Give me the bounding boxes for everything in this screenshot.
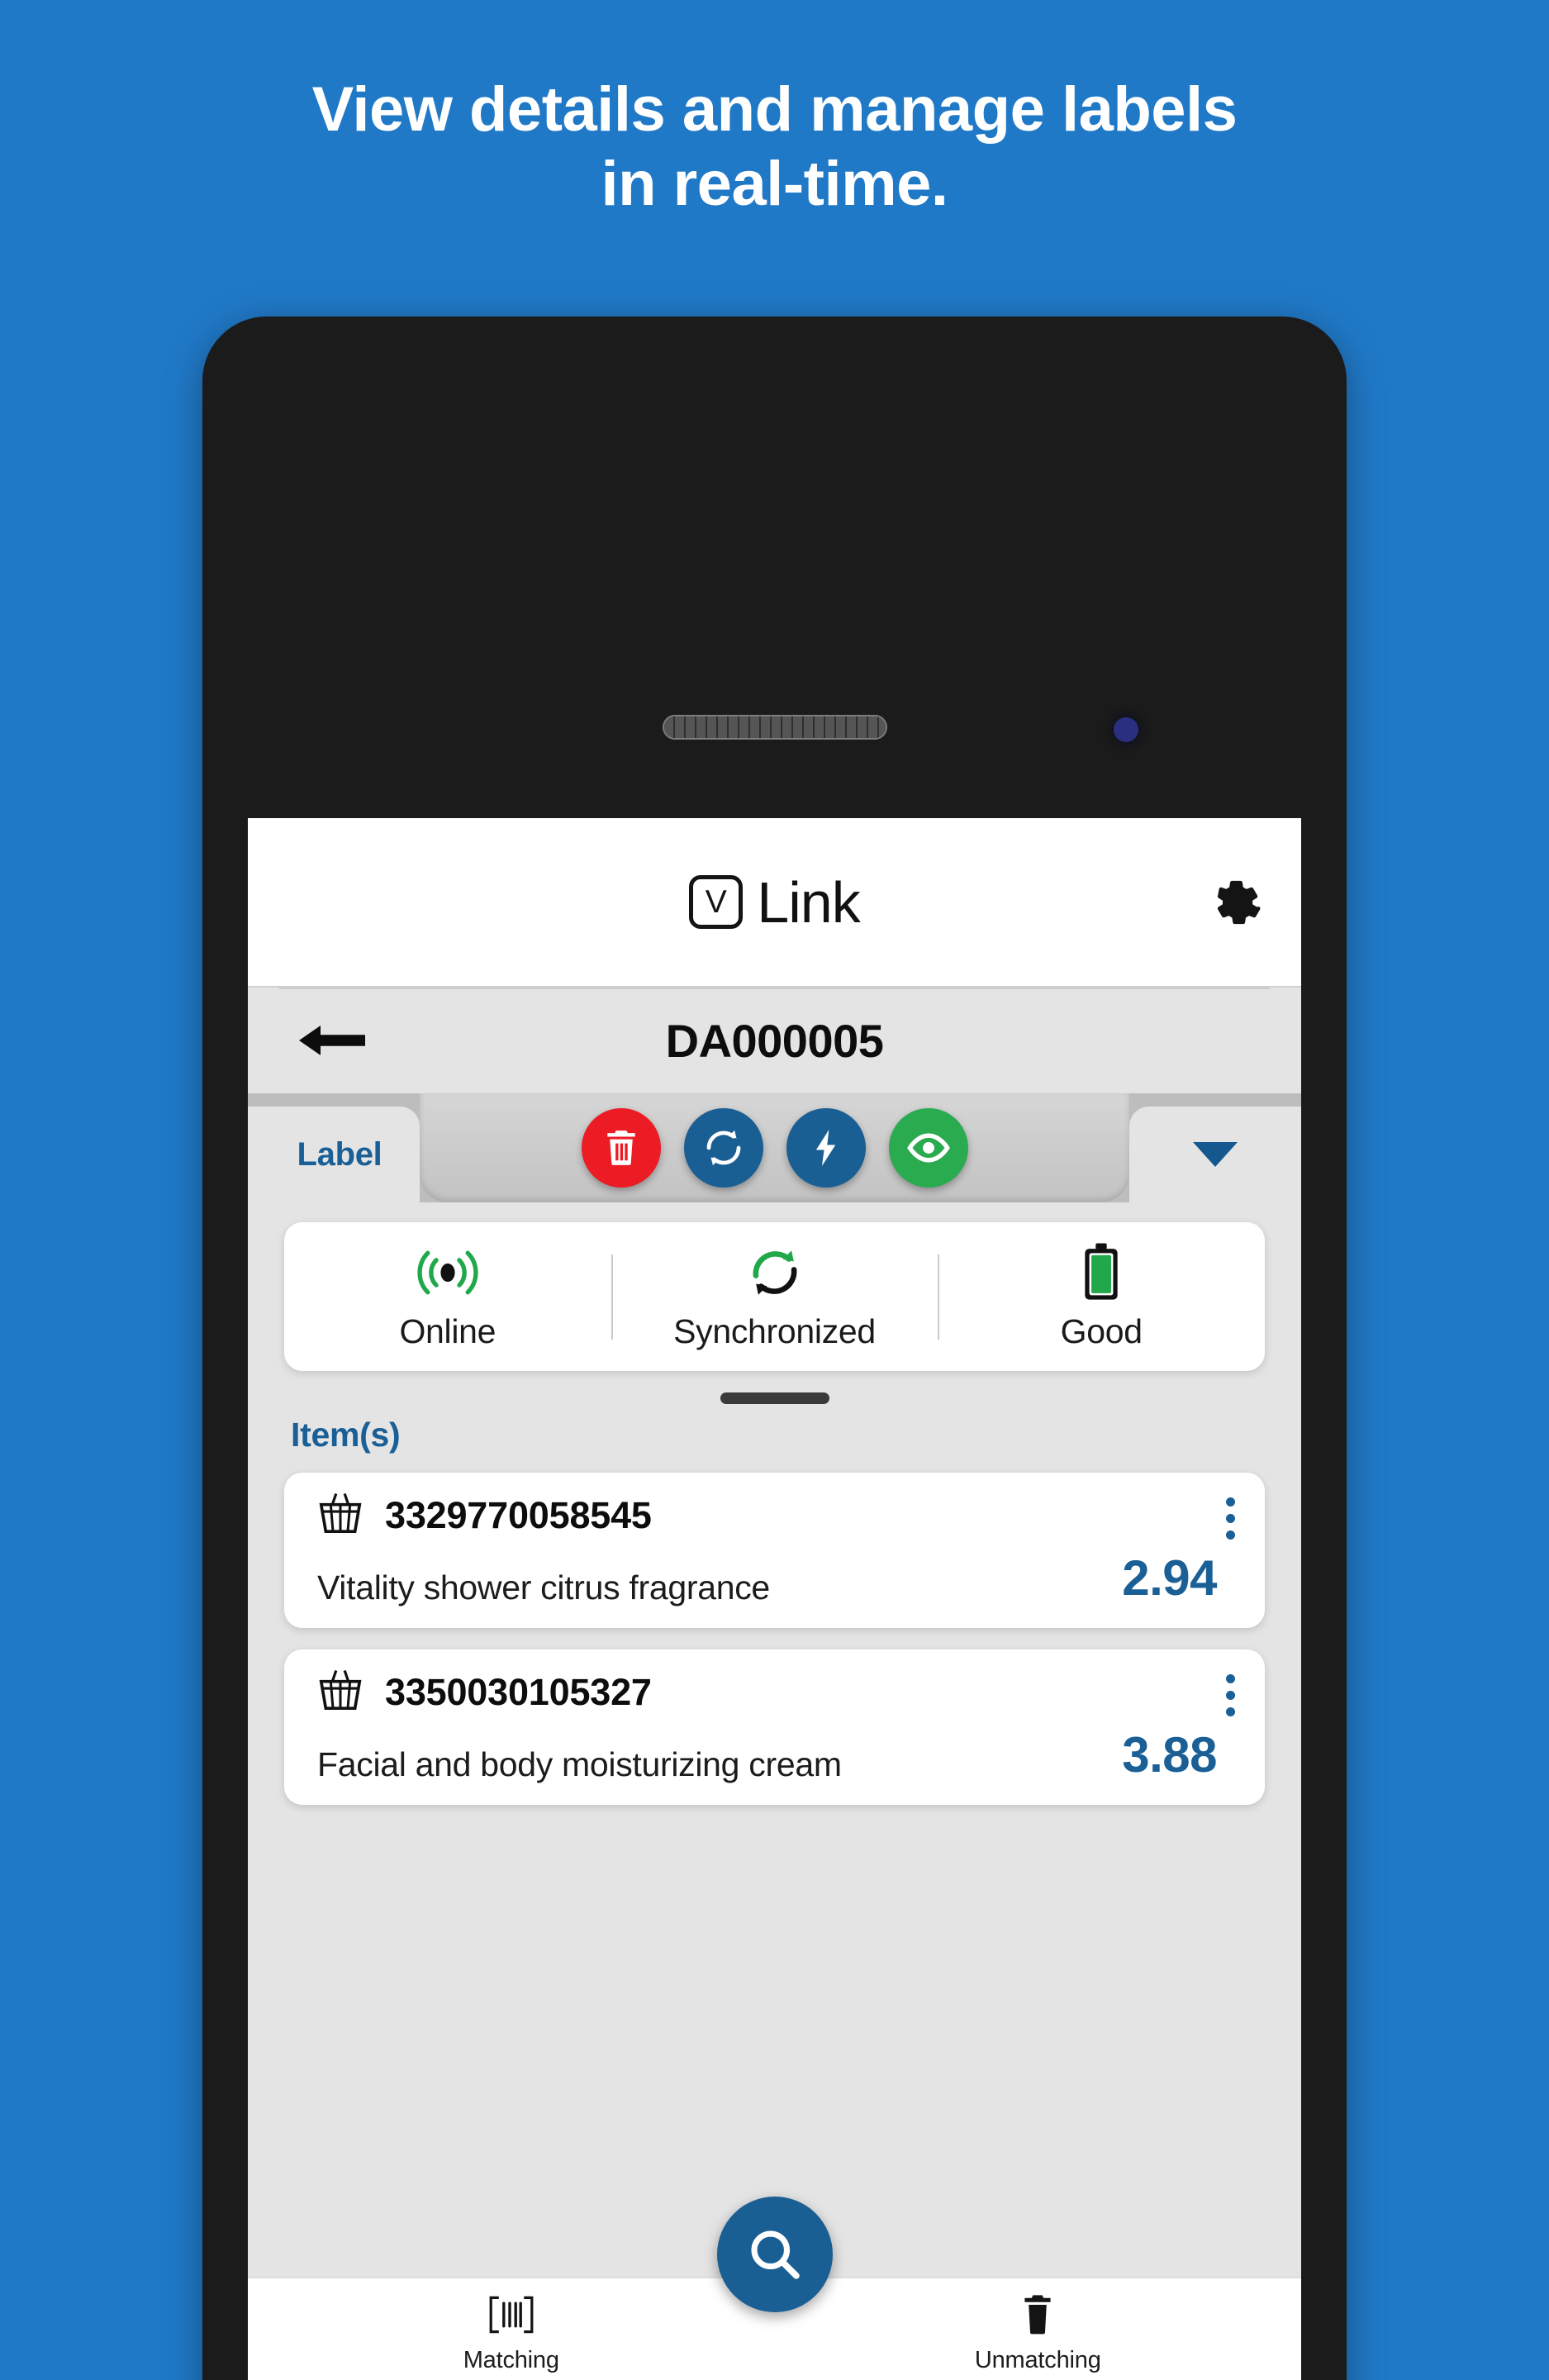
basket-icon — [317, 1668, 363, 1716]
delete-button[interactable] — [581, 1108, 661, 1188]
signal-waves-icon — [414, 1243, 482, 1302]
action-button-dock — [420, 1093, 1129, 1202]
item-name: Facial and body moisturizing cream — [317, 1745, 842, 1783]
flash-button[interactable] — [786, 1108, 866, 1188]
search-fab-button[interactable] — [716, 2197, 833, 2312]
promo-headline-line-1: View details and manage labels — [311, 74, 1238, 145]
tab-dropdown[interactable] — [1129, 1107, 1301, 1202]
page-title: DA000005 — [665, 1014, 884, 1067]
status-connectivity: Online — [284, 1243, 611, 1351]
promo-headline-line-2: in real-time. — [601, 148, 948, 219]
kebab-menu-icon[interactable] — [1226, 1497, 1235, 1540]
tab-label[interactable]: Label — [248, 1107, 420, 1202]
brand-name: Link — [757, 869, 860, 935]
trash-icon — [1019, 2292, 1056, 2337]
chevron-down-icon — [1193, 1142, 1238, 1167]
title-divider — [279, 988, 1270, 989]
nav-item-matching-label: Matching — [463, 2347, 559, 2373]
phone-mockup: V Link DA000005 Label Online Synchronize… — [202, 317, 1347, 2380]
page-title-bar: DA000005 — [248, 986, 1301, 1093]
battery-icon — [1082, 1242, 1120, 1302]
status-connectivity-label: Online — [399, 1311, 497, 1350]
item-code: 3350030105327 — [385, 1670, 652, 1713]
earpiece-speaker — [202, 716, 1347, 741]
view-button[interactable] — [888, 1108, 968, 1188]
kebab-menu-icon[interactable] — [1226, 1674, 1235, 1716]
phone-top-bezel — [202, 317, 1347, 742]
status-sync: Synchronized — [611, 1243, 938, 1351]
status-sync-label: Synchronized — [673, 1311, 876, 1350]
item-list: 3329770058545 Vitality shower citrus fra… — [248, 1454, 1301, 1805]
barcode-scan-icon — [487, 2292, 536, 2337]
action-tab-strip: Label — [248, 1093, 1301, 1202]
tab-label-text: Label — [297, 1135, 382, 1173]
item-card[interactable]: 3350030105327 Facial and body moisturizi… — [284, 1649, 1265, 1805]
phone-screen: V Link DA000005 Label Online Synchronize… — [248, 818, 1301, 2380]
front-camera-icon — [1114, 717, 1138, 742]
nav-item-unmatching-label: Unmatching — [974, 2347, 1101, 2373]
app-logo: V Link — [689, 869, 861, 935]
brand-mark-icon: V — [689, 875, 744, 929]
nav-item-unmatching[interactable]: Unmatching — [775, 2292, 1302, 2374]
app-bar: V Link — [248, 818, 1301, 986]
basket-icon — [317, 1491, 363, 1540]
status-card-wrapper: Online Synchronized Good — [248, 1202, 1301, 1371]
nav-item-matching[interactable]: Matching — [248, 2292, 775, 2374]
sync-button[interactable] — [683, 1108, 763, 1188]
back-arrow-icon[interactable] — [299, 1021, 365, 1060]
item-card[interactable]: 3329770058545 Vitality shower citrus fra… — [284, 1473, 1265, 1628]
gear-icon[interactable] — [1202, 870, 1266, 935]
items-section-header: Item(s) — [291, 1416, 401, 1454]
sync-arrows-icon — [745, 1243, 805, 1302]
item-name: Vitality shower citrus fragrance — [317, 1568, 770, 1606]
promo-headline: View details and manage labels in real-t… — [0, 73, 1549, 221]
item-price: 2.94 — [1122, 1550, 1217, 1606]
item-price: 3.88 — [1122, 1727, 1217, 1783]
drag-handle[interactable] — [720, 1392, 829, 1404]
status-battery: Good — [938, 1242, 1265, 1351]
item-code: 3329770058545 — [385, 1493, 652, 1536]
status-card: Online Synchronized Good — [284, 1222, 1265, 1371]
status-battery-label: Good — [1060, 1311, 1143, 1350]
